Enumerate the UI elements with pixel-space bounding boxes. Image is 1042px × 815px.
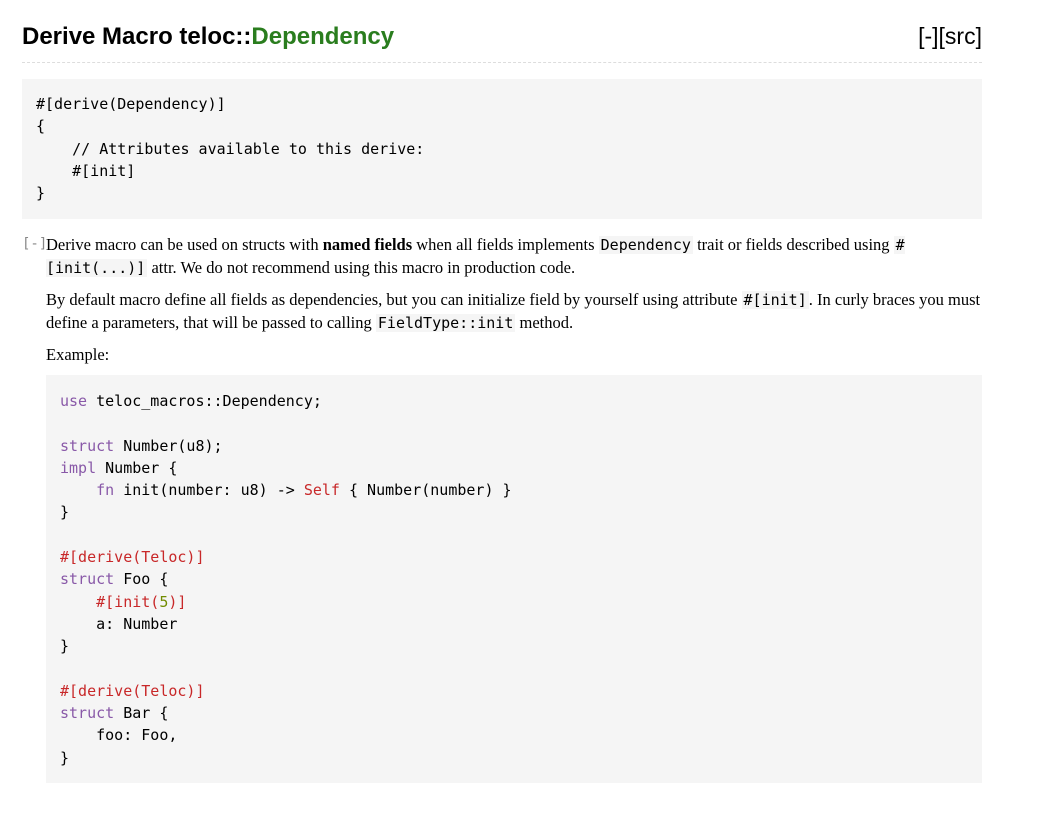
doc-text: method. xyxy=(515,312,574,332)
code-text: foo: Foo, xyxy=(60,726,178,745)
decl-line: #[derive(Dependency)] xyxy=(36,95,226,113)
doc-bold-text: named fields xyxy=(322,235,413,254)
keyword: struct xyxy=(60,704,115,723)
code-text: Number { xyxy=(96,458,178,477)
self-type: Self xyxy=(303,481,340,500)
doc-text: when all fields implements xyxy=(412,235,599,254)
inline-code: FieldType::init xyxy=(375,313,516,332)
macro-declaration: #[derive(Dependency)] { // Attributes av… xyxy=(22,79,982,219)
page-heading: Derive Macro teloc::Dependency [-][src] xyxy=(22,18,982,63)
doc-paragraph-3: Example: xyxy=(46,345,110,364)
attribute: #[derive(Teloc)] xyxy=(60,548,205,567)
doc-text: attr. We do not recommend using this mac… xyxy=(147,257,576,277)
keyword: impl xyxy=(60,458,97,477)
code-text: teloc_macros::Dependency; xyxy=(87,392,322,410)
decl-line: #[init] xyxy=(36,161,136,180)
code-text: a: Number xyxy=(60,614,178,633)
docblock-collapse-toggle[interactable]: [-] xyxy=(22,236,47,252)
decl-line: // Attributes available to this derive: xyxy=(36,139,425,158)
code-text: { Number(number) } xyxy=(339,481,512,500)
attribute: )] xyxy=(168,592,187,611)
page: Derive Macro teloc::Dependency [-][src] … xyxy=(0,0,1042,815)
doc-paragraph-2: By default macro define all fields as de… xyxy=(46,289,982,334)
keyword: use xyxy=(60,392,88,410)
attribute: #[derive(Teloc)] xyxy=(60,681,205,700)
doc-text: By default macro define all fields as de… xyxy=(46,290,742,309)
page-title: Derive Macro teloc::Dependency xyxy=(22,23,394,51)
example-code-block: use teloc_macros::Dependency; struct Num… xyxy=(46,375,982,783)
code-text: Bar { xyxy=(114,704,169,723)
macro-name-link[interactable]: Dependency xyxy=(251,23,394,50)
doc-text: Derive macro can be used on structs with xyxy=(46,235,323,254)
title-prefix: Derive Macro teloc:: xyxy=(22,23,252,50)
code-text: } xyxy=(60,748,70,767)
collapse-all-toggle[interactable]: [-] xyxy=(918,23,938,49)
code-text: Foo { xyxy=(114,570,169,589)
keyword: struct xyxy=(60,570,115,589)
inline-code: Dependency xyxy=(598,236,693,254)
decl-line: { xyxy=(36,117,46,136)
code-text: } xyxy=(60,503,70,522)
docblock: Derive macro can be used on structs with… xyxy=(46,234,982,377)
keyword: fn xyxy=(96,481,115,500)
doc-paragraph-1: Derive macro can be used on structs with… xyxy=(46,234,982,279)
keyword: struct xyxy=(60,436,115,455)
code-text: init(number: u8) -> xyxy=(114,481,304,500)
code-text: Number(u8); xyxy=(114,436,223,455)
out-of-band-controls: [-][src] xyxy=(918,23,982,50)
code-text: } xyxy=(60,637,70,656)
attribute: #[init( xyxy=(96,592,160,611)
source-link[interactable]: [src] xyxy=(939,23,982,49)
doc-text: trait or fields described using xyxy=(692,235,894,254)
decl-line: } xyxy=(36,184,46,203)
inline-code: #[init] xyxy=(741,291,809,309)
